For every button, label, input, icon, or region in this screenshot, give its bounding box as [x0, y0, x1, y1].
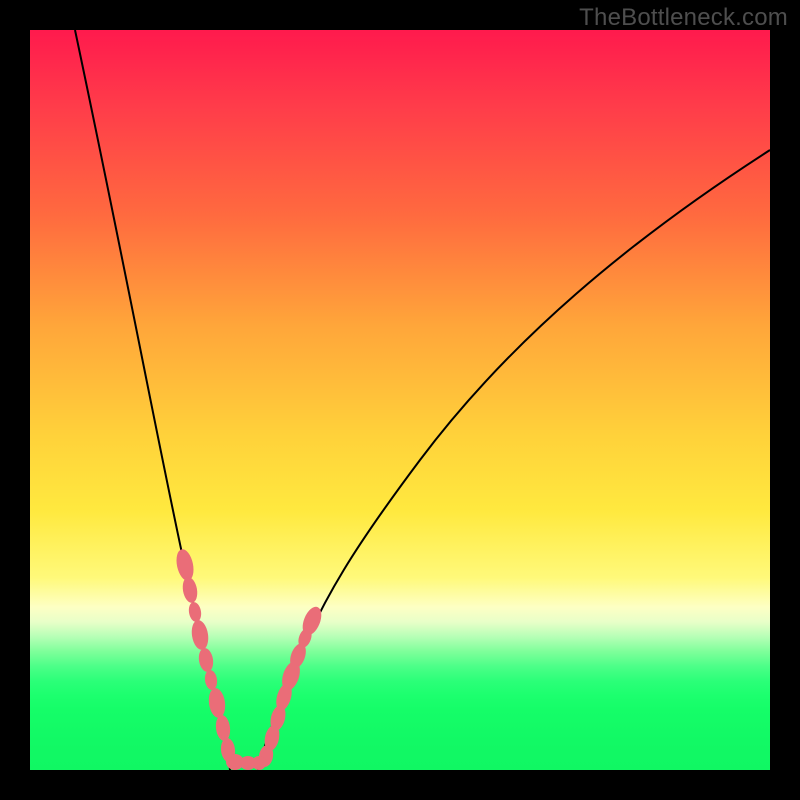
- bead: [187, 601, 202, 623]
- bead: [207, 687, 227, 719]
- bead: [181, 576, 199, 604]
- bead: [252, 756, 266, 770]
- curve-layer: [30, 30, 770, 770]
- bead: [214, 714, 231, 742]
- bead: [197, 647, 215, 673]
- bead-group: [174, 548, 325, 770]
- plot-area: [30, 30, 770, 770]
- chart-frame: TheBottleneck.com: [0, 0, 800, 800]
- right-curve: [258, 150, 770, 770]
- bead: [174, 548, 196, 583]
- bead: [204, 669, 219, 690]
- bead: [190, 619, 210, 651]
- watermark-text: TheBottleneck.com: [579, 4, 788, 32]
